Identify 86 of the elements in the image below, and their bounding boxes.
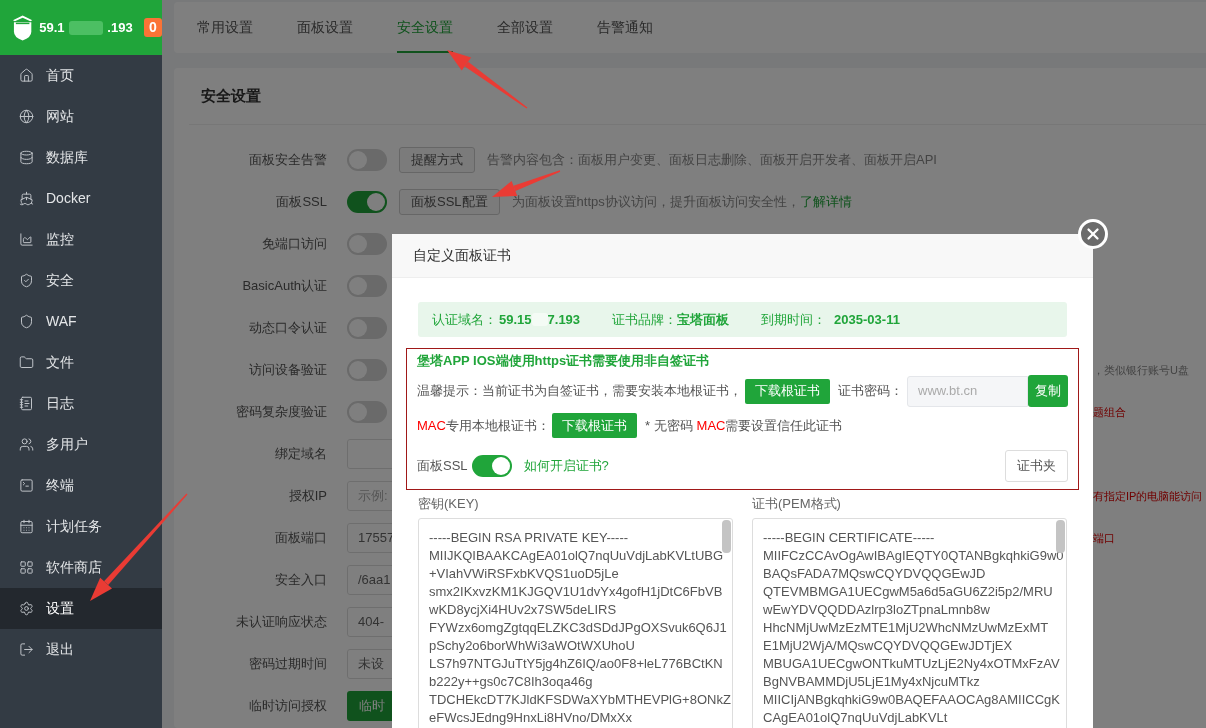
globe-icon	[19, 109, 34, 124]
info-label: 证书品牌：	[612, 310, 678, 329]
sidebar-item[interactable]: 监控	[0, 219, 162, 260]
notice-text: * 无密码	[644, 416, 693, 435]
database-icon	[19, 150, 34, 165]
setting-label: 动态口令认证	[248, 319, 327, 338]
setting-label: 绑定域名	[274, 445, 327, 464]
host-address: .193	[107, 18, 133, 37]
settings-icon	[19, 601, 34, 616]
shield-check-icon	[19, 273, 34, 288]
info-value: 2035-03-11	[834, 310, 900, 329]
info-value: 宝塔面板	[677, 310, 730, 329]
scrollbar-thumb[interactable]	[1056, 520, 1065, 553]
sidebar-item[interactable]: 安全	[0, 260, 162, 301]
dialog-title: 自定义面板证书	[413, 246, 511, 265]
chart-icon	[19, 232, 34, 247]
setting-label: 免端口访问	[261, 235, 327, 254]
info-value: 7.193	[547, 310, 581, 329]
certificate-field[interactable]: -----BEGIN CERTIFICATE----- MIIFCzCCAvOgAwIBAgIEQTY0QTANBgkqhkiG9w0 BAQsFADA7MQswCQYDVQQGEwJD QTEVMBMGA1UECgwM5a6d5aGU6Z2i5p2/MRU wEwYDVQQDDAzlrp3loZTpnaLmnb8w HhcNMjUwMzEzMTE1MjU2WhcNMzUwMzExMT E1MjU2WjA/MQswCQYDVQQGEwJDTjEX MBUGA1UECgwONTkuMTUzLjE2Ny4xOTMxFzAV BgNVBAMMDjU5LjE1My4xNjcuMTkz MIICIjANBgkqhkiG9w0BAQEFAAOCAg8AMIICCgK CAgEA01olQ7nqUuVdjLabKVLt	[752, 518, 1067, 728]
scrollbar-thumb[interactable]	[722, 520, 731, 553]
logo-icon	[12, 14, 34, 41]
key-field[interactable]: -----BEGIN RSA PRIVATE KEY----- MIIJKQIBAAKCAgEA01olQ7nqUuVdjLabKVLtUBG +VIahVWiRSFxbKVQS1uoD5jLe smx2IKxvzKM1KJGQV1U1dvYx4gofH1jDtC6FbVB wKD8ycjXi4HUv2x7SW5deLIRS FYWzx6omgZgtqqELZKC3dSDdJPgOXSvuk6Q6J1 pSchy2o6borWhWi3aWOtWXUhoU LS7h97NTGJuTtY5jg4hZ6IQ/ao0F8+leL776BCtKN b222y++gs0c7C8Ih3oqa46g TDCHEkcDT7KJldKFSDWaXYbMTHEVPlG+8ONkZ eFWcsJEdng9HnxLi8HVno/DMxXx	[418, 518, 733, 728]
sidebar-item[interactable]: 退出	[0, 629, 162, 670]
sidebar-item[interactable]: 设置	[0, 588, 162, 629]
setting-label: 密码过期时间	[248, 655, 327, 674]
setting-label: 面板安全告警	[248, 151, 327, 170]
notice-text: 需要设置信任此证书	[725, 416, 843, 435]
host-address: 59.1	[39, 18, 65, 37]
sidebar-item[interactable]: WAF	[0, 301, 162, 342]
sidebar-item[interactable]: 首页	[0, 55, 162, 96]
sidebar-item[interactable]: 文件	[0, 342, 162, 383]
setting-label: 密码复杂度验证	[235, 403, 327, 422]
setting-button[interactable]: 面板SSL配置	[399, 189, 500, 215]
info-label: 到期时间：	[761, 310, 827, 329]
ssl-label: 面板SSL	[417, 456, 468, 475]
setting-label: 授权IP	[287, 487, 327, 506]
certificate-folder-button[interactable]: 证书夹	[1005, 449, 1068, 482]
sidebar-item[interactable]: 软件商店	[0, 547, 162, 588]
sidebar-item[interactable]: 终端	[0, 465, 162, 506]
logout-icon	[19, 642, 34, 657]
settings-tab[interactable]: 告警通知	[597, 2, 653, 53]
setting-label: 面板SSL	[275, 193, 327, 212]
setting-label: BasicAuth认证	[241, 277, 327, 296]
notice-text: 温馨提示：当前证书为自签证书，需要安装本地根证书，	[417, 382, 742, 401]
sidebar-item[interactable]: 计划任务	[0, 506, 162, 547]
setting-warning: 端口	[1093, 531, 1115, 544]
key-label: 密钥(KEY)	[418, 495, 480, 514]
sidebar-item[interactable]: Docker	[0, 178, 162, 219]
certificate-label: 证书(PEM格式)	[752, 495, 842, 514]
section-title: 安全设置	[201, 85, 261, 106]
settings-tab[interactable]: 全部设置	[497, 2, 553, 53]
redaction-blur	[68, 20, 104, 35]
folder-icon	[19, 355, 34, 370]
notification-count: 0	[143, 18, 162, 37]
notice-text: 专用本地根证书：	[445, 416, 550, 435]
sidebar-item[interactable]: 数据库	[0, 137, 162, 178]
toggle-switch[interactable]	[471, 454, 512, 477]
setting-label: 未认证响应状态	[235, 613, 327, 632]
terminal-icon	[19, 478, 34, 493]
sidebar-item[interactable]: 网站	[0, 96, 162, 137]
settings-tab[interactable]: 常用设置	[197, 2, 253, 53]
users-icon	[19, 437, 34, 452]
info-value: 59.15	[499, 310, 532, 329]
grid-icon	[19, 560, 34, 575]
notice-tag: MAC	[417, 415, 446, 436]
setting-warning: 题组合	[1093, 405, 1126, 418]
setting-label: 访问设备验证	[248, 361, 327, 380]
setting-label: 面板端口	[274, 529, 327, 548]
notice-heading: 堡塔APP IOS端使用https证书需要使用非自签证书	[417, 352, 710, 371]
info-label: 认证域名：	[432, 310, 497, 329]
notice-tag: MAC	[696, 415, 726, 436]
close-icon	[1084, 225, 1102, 243]
shield-icon	[19, 314, 34, 329]
toggle-switch[interactable]	[347, 191, 387, 213]
sidebar-item[interactable]: 日志	[0, 383, 162, 424]
password-label: 证书密码：	[838, 382, 903, 401]
calendar-icon	[19, 519, 34, 534]
setting-warning: 有指定IP的电脑能访问	[1093, 489, 1203, 502]
sidebar-item[interactable]: 多用户	[0, 424, 162, 465]
settings-tab[interactable]: 面板设置	[297, 2, 353, 53]
setting-label: 安全入口	[274, 571, 327, 590]
setting-label: 临时访问授权	[248, 697, 327, 716]
setting-button[interactable]: 提醒方式	[399, 147, 475, 173]
home-icon	[19, 68, 34, 83]
annotation-arrow	[492, 170, 561, 197]
notebook-icon	[19, 396, 34, 411]
